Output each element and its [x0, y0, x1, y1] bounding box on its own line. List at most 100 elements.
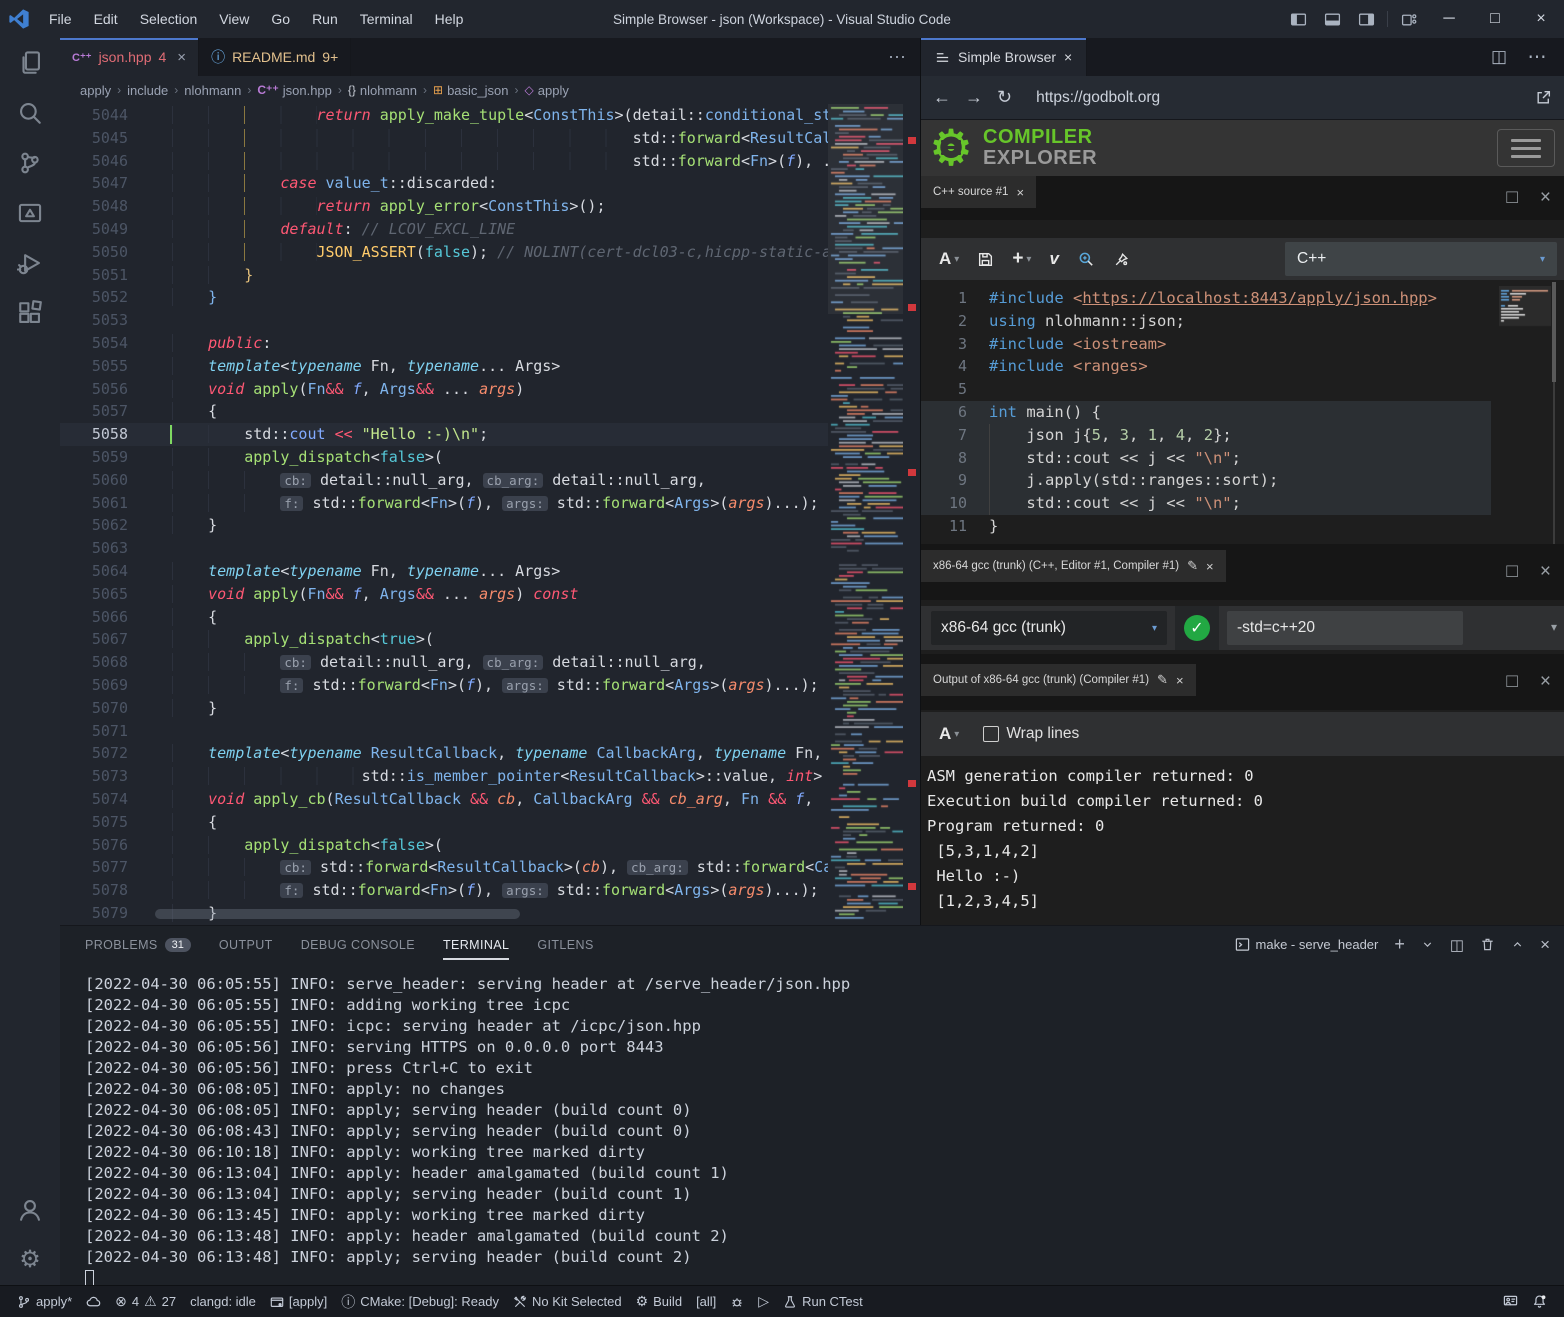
close-output-p ane-icon[interactable]: ×	[1176, 673, 1184, 688]
url-input[interactable]: https://godbolt.org	[1026, 89, 1521, 107]
breadcrumb-item-nlohmann[interactable]: {}nlohmann	[348, 83, 417, 98]
menu-view[interactable]: View	[208, 11, 260, 27]
source-minimap[interactable]	[1499, 286, 1551, 396]
activity-settings[interactable]: ⚙	[0, 1235, 60, 1285]
status-cmake-launch[interactable]: ▷	[751, 1286, 776, 1317]
forward-icon[interactable]: →	[965, 87, 983, 108]
hamburger-menu-icon[interactable]	[1497, 129, 1555, 167]
split-terminal-icon[interactable]: ◫	[1450, 936, 1464, 954]
status-cmake-target[interactable]: [all]	[689, 1286, 723, 1317]
activity-search[interactable]	[0, 88, 60, 138]
source-pane-header[interactable]: C++ source #1 × □ ×	[921, 176, 1564, 220]
terminal-dropdown-icon[interactable]	[1421, 938, 1434, 951]
close-window-button[interactable]: ×	[1518, 0, 1564, 38]
status-feedback[interactable]	[1496, 1294, 1525, 1309]
open-external-icon[interactable]	[1535, 89, 1552, 106]
menu-file[interactable]: File	[38, 11, 83, 27]
save-icon[interactable]	[977, 251, 994, 268]
tab-README.md[interactable]: ⓘREADME.md9+	[199, 38, 351, 76]
panel-tab-gitlens[interactable]: GITLENS	[537, 927, 593, 963]
status-git-branch[interactable]: apply*	[10, 1286, 79, 1317]
close-source-pane-icon[interactable]: ×	[1016, 185, 1024, 200]
toggle-sidebar-left-icon[interactable]	[1281, 0, 1315, 38]
close-pane-icon[interactable]: ×	[1540, 561, 1551, 583]
breadcrumb-item-basic_json[interactable]: ⊞basic_json	[433, 83, 509, 98]
language-select[interactable]: C++ ▾	[1285, 242, 1557, 276]
close-pane-icon[interactable]: ×	[1540, 187, 1551, 209]
close-tab-icon[interactable]: ×	[1064, 49, 1072, 65]
status-cmake-debug[interactable]	[723, 1286, 751, 1317]
terminal-profile-select[interactable]: make - serve_header	[1235, 937, 1379, 952]
output-pane-header[interactable]: Output of x86-64 gcc (trunk) (Compiler #…	[921, 654, 1564, 710]
breadcrumb-item-nlohmann[interactable]: nlohmann	[184, 83, 241, 98]
menu-selection[interactable]: Selection	[129, 11, 209, 27]
tab-json.hpp[interactable]: C⁺⁺json.hpp4×	[60, 38, 199, 76]
new-terminal-icon[interactable]: +	[1394, 934, 1405, 955]
font-size-icon[interactable]: A▾	[939, 249, 959, 269]
breadcrumb-item-apply[interactable]: ◇apply	[525, 83, 569, 98]
vim-mode-icon[interactable]: v	[1049, 249, 1058, 269]
close-tab-icon[interactable]: ×	[177, 49, 186, 66]
wrap-lines-checkbox[interactable]	[983, 726, 999, 742]
horizontal-scrollbar[interactable]	[155, 909, 520, 919]
activity-run-debug[interactable]	[0, 238, 60, 288]
activity-cmake[interactable]	[0, 188, 60, 238]
compiler-pane-tab[interactable]: x86-64 gcc (trunk) (C++, Editor #1, Comp…	[921, 550, 1226, 582]
menu-go[interactable]: Go	[260, 11, 301, 27]
maximize-panel-icon[interactable]	[1511, 938, 1524, 951]
maximize-button[interactable]: □	[1472, 0, 1518, 38]
compiler-select[interactable]: x86-64 gcc (trunk) ▾	[931, 611, 1167, 645]
activity-account[interactable]	[0, 1185, 60, 1235]
menu-run[interactable]: Run	[301, 11, 349, 27]
toggle-panel-icon[interactable]	[1315, 0, 1349, 38]
rename-pane-icon[interactable]: ✎	[1157, 672, 1168, 688]
back-icon[interactable]: ←	[933, 87, 951, 108]
panel-tab-output[interactable]: OUTPUT	[219, 927, 273, 963]
minimap-slider[interactable]	[828, 104, 903, 314]
font-size-icon[interactable]: A▾	[939, 724, 959, 744]
ce-logo[interactable]: ⚙ COMPILER EXPLORER	[921, 124, 1097, 172]
status-cmake-kit[interactable]: No Kit Selected	[506, 1286, 629, 1317]
breadcrumb-item-json.hpp[interactable]: C⁺⁺json.hpp	[257, 83, 332, 98]
kill-terminal-icon[interactable]	[1480, 937, 1495, 952]
status-ctest[interactable]: Run CTest	[776, 1286, 870, 1317]
close-pane-icon[interactable]: ×	[1540, 671, 1551, 693]
customize-layout-icon[interactable]	[1392, 0, 1426, 38]
split-editor-icon[interactable]: ◫	[1482, 38, 1516, 76]
source-scrollbar[interactable]	[1553, 282, 1555, 544]
close-compiler-pane-icon[interactable]: ×	[1206, 559, 1214, 574]
compiler-pane-header[interactable]: x86-64 gcc (trunk) (C++, Editor #1, Comp…	[921, 544, 1564, 600]
tab-simple-browser[interactable]: Simple Browser ×	[921, 38, 1087, 76]
compiler-options-input[interactable]: -std=c++20	[1227, 611, 1463, 645]
close-panel-icon[interactable]: ×	[1540, 935, 1550, 955]
panel-tab-debug-console[interactable]: DEBUG CONSOLE	[301, 927, 415, 963]
more-editor-actions-icon[interactable]: ⋯	[874, 38, 920, 76]
reload-icon[interactable]: ↻	[997, 87, 1012, 108]
status-clangd-status[interactable]: clangd: idle	[183, 1286, 263, 1317]
more-actions-icon[interactable]: ⋯	[1520, 38, 1554, 76]
rename-pane-icon[interactable]: ✎	[1187, 558, 1198, 574]
panel-tab-problems[interactable]: PROBLEMS31	[85, 927, 191, 963]
status-cmake-project[interactable]: [apply]	[263, 1286, 334, 1317]
terminal-output[interactable]: [2022-04-30 06:05:55] INFO: serve_header…	[60, 966, 1564, 1285]
status-problems[interactable]: ⊗4⚠27	[108, 1286, 183, 1317]
maximize-pane-icon[interactable]: □	[1506, 561, 1517, 583]
tools-dropdown-icon[interactable]	[1113, 251, 1130, 268]
maximize-pane-icon[interactable]: □	[1506, 187, 1517, 209]
menu-terminal[interactable]: Terminal	[349, 11, 424, 27]
zoom-icon[interactable]	[1077, 250, 1095, 268]
options-dropdown-icon[interactable]: ▾	[1551, 620, 1557, 634]
breadcrumb[interactable]: apply›include›nlohmann›C⁺⁺json.hpp›{}nlo…	[60, 76, 920, 104]
source-code-editor[interactable]: 1#include <https://localhost:8443/apply/…	[921, 282, 1564, 544]
toggle-sidebar-right-icon[interactable]	[1349, 0, 1383, 38]
status-cmake-status[interactable]: ⓘCMake: [Debug]: Ready	[334, 1286, 506, 1317]
breadcrumb-item-apply[interactable]: apply	[80, 83, 111, 98]
code-editor[interactable]: 5044 return apply_make_tuple<ConstThis>(…	[60, 104, 920, 925]
menu-edit[interactable]: Edit	[83, 11, 129, 27]
menu-help[interactable]: Help	[424, 11, 475, 27]
breadcrumb-item-include[interactable]: include	[127, 83, 168, 98]
program-output[interactable]: ASM generation compiler returned: 0Execu…	[921, 756, 1564, 925]
status-cmake-build[interactable]: ⚙Build	[629, 1286, 689, 1317]
add-pane-icon[interactable]: +▾	[1012, 248, 1031, 270]
panel-tab-terminal[interactable]: TERMINAL	[443, 927, 509, 963]
